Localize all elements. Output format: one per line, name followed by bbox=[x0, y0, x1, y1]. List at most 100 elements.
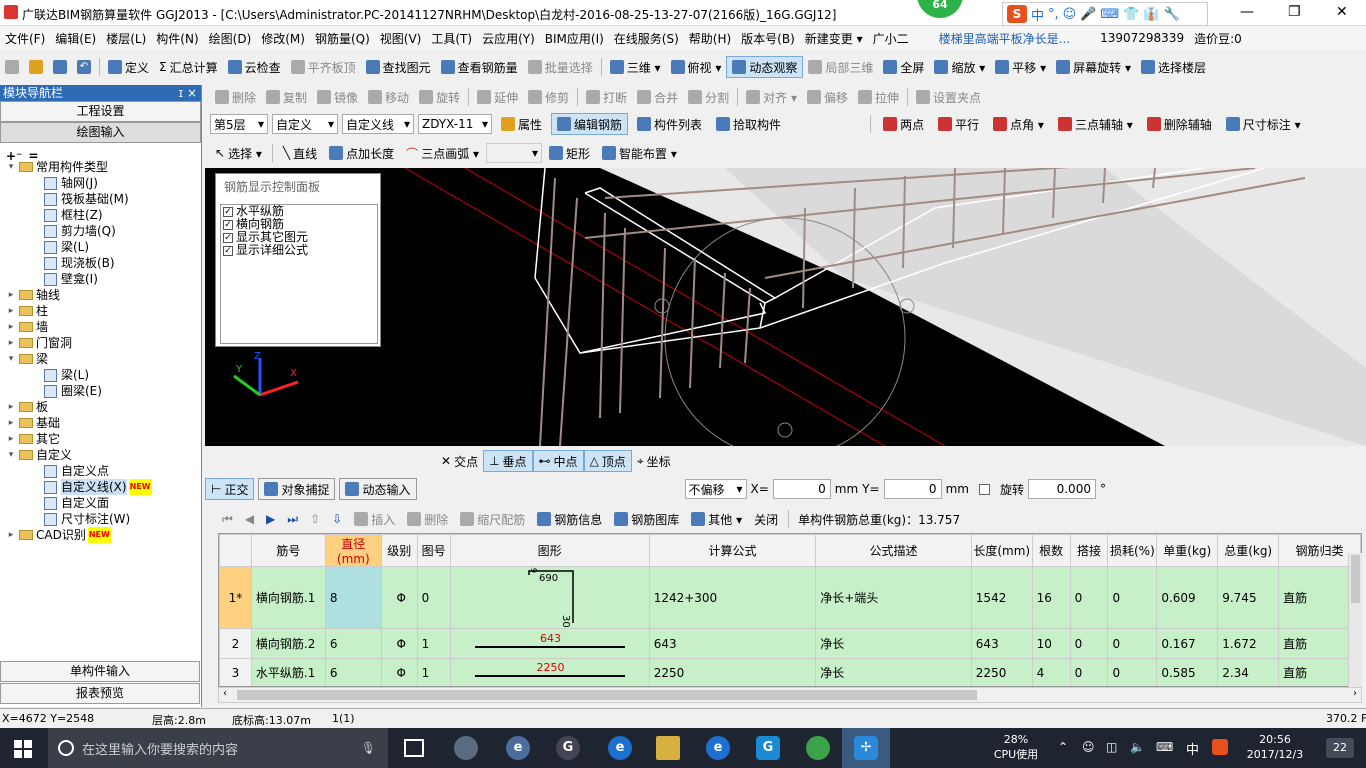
ime-lang-icon[interactable]: 中 bbox=[1031, 5, 1044, 24]
ime-punct-icon[interactable]: °, bbox=[1048, 7, 1059, 22]
col-header[interactable]: 损耗(%) bbox=[1107, 534, 1158, 567]
menu-rebar-qty[interactable]: 钢筋量(Q) bbox=[310, 30, 375, 47]
move-up-icon[interactable]: ⇧ bbox=[305, 508, 325, 530]
table-row[interactable]: 3 水平纵筋.1 6 Φ 1 2250 2250 净长 2250 4 0 0 0… bbox=[219, 658, 1361, 686]
edit-rebar-button[interactable]: 编辑钢筋 bbox=[551, 113, 629, 135]
tree-node[interactable]: 壁龛(I) bbox=[0, 271, 200, 287]
cell-total-weight[interactable]: 9.745 bbox=[1217, 566, 1280, 629]
col-header[interactable]: 直径(mm) bbox=[324, 534, 382, 567]
cell-loss[interactable]: 0 bbox=[1107, 566, 1158, 629]
hscroll-thumb[interactable] bbox=[237, 690, 977, 700]
dynamic-input-button[interactable]: 动态输入 bbox=[339, 478, 417, 500]
dynamic-orbit-button[interactable]: 动态观察 bbox=[726, 56, 804, 78]
tree-node[interactable]: ▾ 梁 bbox=[0, 351, 200, 367]
menu-floor[interactable]: 楼层(L) bbox=[101, 30, 151, 47]
expand-toggle-icon[interactable]: ▸ bbox=[6, 415, 16, 431]
glodon-app-icon[interactable]: G bbox=[756, 736, 780, 760]
cell-grade[interactable]: Φ bbox=[380, 628, 418, 659]
expand-toggle-icon[interactable]: ▸ bbox=[6, 335, 16, 351]
cell-description[interactable]: 净长 bbox=[815, 658, 972, 686]
move-down-icon[interactable]: ⇩ bbox=[327, 508, 347, 530]
align-slab-top-button[interactable]: 平齐板顶 bbox=[286, 56, 361, 78]
cell-name[interactable]: 横向钢筋.1 bbox=[250, 566, 326, 629]
merge-button[interactable]: 合并 bbox=[632, 86, 683, 108]
tray-clock[interactable]: 20:56 2017/12/3 bbox=[1240, 732, 1310, 762]
drawing-input-button[interactable]: 绘图输入 bbox=[0, 122, 201, 143]
copy-button[interactable]: 复制 bbox=[261, 86, 312, 108]
offset-select[interactable]: 不偏移 ▾ bbox=[684, 479, 747, 499]
new-file-icon[interactable] bbox=[0, 56, 24, 78]
expand-toggle-icon[interactable]: ▸ bbox=[6, 399, 16, 415]
microphone-icon[interactable]: 🎙 bbox=[361, 741, 376, 755]
properties-button[interactable]: 属性 bbox=[496, 113, 547, 135]
cell-figure-no[interactable]: 0 bbox=[416, 566, 451, 629]
open-file-icon[interactable] bbox=[24, 56, 48, 78]
col-header[interactable]: 图形 bbox=[449, 534, 650, 567]
other-button[interactable]: 其他 ▾ bbox=[686, 508, 747, 530]
tray-user-icon[interactable]: ☺ bbox=[1082, 740, 1095, 754]
view-rebar-qty-button[interactable]: 查看钢筋量 bbox=[436, 56, 523, 78]
pin-close-icon[interactable]: ɪ × bbox=[179, 85, 201, 101]
col-header[interactable]: 筋号 bbox=[250, 534, 326, 567]
offset-button[interactable]: 偏移 bbox=[802, 86, 853, 108]
move-button[interactable]: 移动 bbox=[363, 86, 414, 108]
extend-button[interactable]: 延伸 bbox=[472, 86, 523, 108]
col-header[interactable]: 搭接 bbox=[1069, 534, 1109, 567]
vscroll-thumb[interactable] bbox=[1351, 555, 1360, 603]
cell-figure-no[interactable]: 1 bbox=[416, 658, 451, 686]
tree-node[interactable]: 筏板基础(M) bbox=[0, 191, 200, 207]
collapse-toggle-icon[interactable]: ▾ bbox=[6, 159, 16, 175]
option-show-formula[interactable]: ✓ 显示详细公式 bbox=[221, 244, 377, 257]
tray-up-chevron-icon[interactable]: ⌃ bbox=[1058, 740, 1068, 754]
cell-count[interactable]: 16 bbox=[1031, 566, 1071, 629]
parallel-axis-button[interactable]: 平行 bbox=[933, 113, 984, 135]
tree-node[interactable]: 剪力墙(Q) bbox=[0, 223, 200, 239]
snap-midpoint-button[interactable]: ⊷ 中点 bbox=[532, 450, 584, 472]
3d-view-button[interactable]: 三维 ▾ bbox=[605, 56, 666, 78]
cell-count[interactable]: 10 bbox=[1031, 628, 1071, 659]
scale-rebar-button[interactable]: 缩尺配筋 bbox=[455, 508, 530, 530]
col-header[interactable]: 总重(kg) bbox=[1217, 534, 1280, 567]
col-header[interactable]: 公式描述 bbox=[815, 534, 972, 567]
menu-modify[interactable]: 修改(M) bbox=[256, 30, 310, 47]
tray-keyboard-icon[interactable]: ⌨ bbox=[1156, 740, 1173, 754]
ortho-button[interactable]: ⊢ 正交 bbox=[205, 478, 255, 500]
menu-component[interactable]: 构件(N) bbox=[151, 30, 203, 47]
minimize-button[interactable]: — bbox=[1240, 4, 1254, 20]
row-number[interactable]: 2 bbox=[219, 628, 252, 659]
360-browser-icon[interactable] bbox=[806, 736, 830, 760]
expand-toggle-icon[interactable]: ▸ bbox=[6, 287, 16, 303]
screen-rotate-button[interactable]: 屏幕旋转 ▾ bbox=[1051, 56, 1136, 78]
notice-link[interactable]: 楼梯里高端平板净长是... bbox=[934, 30, 1075, 47]
cell-lap[interactable]: 0 bbox=[1069, 628, 1109, 659]
type-select[interactable]: 自定义 ▾ bbox=[272, 114, 338, 134]
break-button[interactable]: 打断 bbox=[581, 86, 632, 108]
mirror-button[interactable]: 镜像 bbox=[312, 86, 363, 108]
grid-vscroll[interactable] bbox=[1348, 553, 1362, 687]
tray-network-icon[interactable]: ◫ bbox=[1106, 740, 1117, 754]
cell-formula[interactable]: 2250 bbox=[648, 658, 817, 686]
cell-diameter[interactable]: 6 bbox=[324, 628, 382, 659]
cell-grade[interactable]: Φ bbox=[380, 566, 418, 629]
fan-app-icon[interactable] bbox=[454, 736, 478, 760]
cell-diameter[interactable]: 6 bbox=[324, 658, 382, 686]
snap-vertex-button[interactable]: △ 顶点 bbox=[583, 450, 632, 472]
cell-description[interactable]: 净长 bbox=[815, 628, 972, 659]
notification-center-icon[interactable]: 22 bbox=[1326, 738, 1354, 758]
cell-length[interactable]: 2250 bbox=[970, 658, 1033, 686]
summary-calc-button[interactable]: Σ 汇总计算 bbox=[154, 56, 223, 78]
undo-icon[interactable]: ↶ bbox=[72, 56, 96, 78]
cell-diameter[interactable]: 8 bbox=[324, 566, 382, 629]
col-header[interactable]: 计算公式 bbox=[648, 534, 817, 567]
user-phone[interactable]: 13907298339 bbox=[1095, 31, 1189, 45]
rotate-input[interactable]: 0.000 bbox=[1027, 479, 1096, 499]
point-length-button[interactable]: 点加长度 bbox=[324, 142, 399, 164]
tree-node[interactable]: 轴网(J) bbox=[0, 175, 200, 191]
cell-formula[interactable]: 1242+300 bbox=[648, 566, 817, 629]
batch-select-button[interactable]: 批量选择 bbox=[523, 56, 598, 78]
project-settings-button[interactable]: 工程设置 bbox=[0, 101, 201, 122]
tree-node[interactable]: ▾ 常用构件类型 bbox=[0, 159, 200, 175]
x-input[interactable]: 0 bbox=[772, 479, 831, 499]
cloud-check-button[interactable]: 云检查 bbox=[223, 56, 286, 78]
checkbox-checked-icon[interactable]: ✓ bbox=[223, 219, 233, 230]
